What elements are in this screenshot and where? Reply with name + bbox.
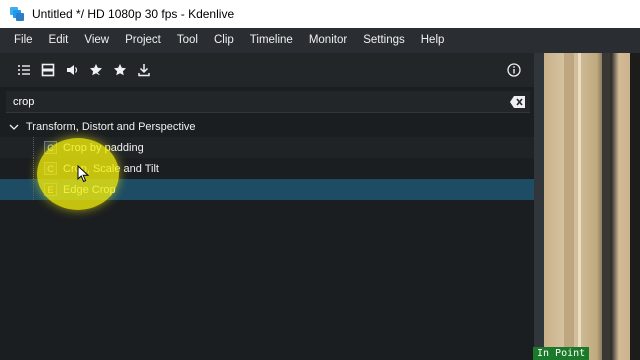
menu-settings[interactable]: Settings [355,28,413,53]
chevron-down-icon[interactable] [8,121,20,133]
tree-item-crop-scale-tilt[interactable]: C Crop, Scale and Tilt [0,158,534,179]
menu-tool[interactable]: Tool [169,28,206,53]
menu-help[interactable]: Help [413,28,453,53]
video-icon[interactable] [36,58,60,82]
tree-item-crop-by-padding[interactable]: C Crop by padding [0,137,534,158]
title-bar: Untitled */ HD 1080p 30 fps - Kdenlive [0,0,640,28]
menu-project[interactable]: Project [117,28,169,53]
effects-toolbar [0,53,534,87]
clip-monitor[interactable] [544,53,640,360]
clear-search-icon[interactable] [510,95,526,109]
menu-monitor[interactable]: Monitor [301,28,355,53]
tree-item-label: Edge Crop [63,183,116,196]
effects-panel: Transform, Distort and Perspective C Cro… [0,53,534,360]
tree-item-label: Crop by padding [63,141,144,154]
menu-edit[interactable]: Edit [41,28,77,53]
effects-tree: Transform, Distort and Perspective C Cro… [0,117,534,200]
custom-effect-icon[interactable] [84,58,108,82]
panel-splitter[interactable] [534,53,544,360]
audio-icon[interactable] [60,58,84,82]
menu-view[interactable]: View [76,28,117,53]
download-icon[interactable] [132,58,156,82]
tree-item-edge-crop[interactable]: E Edge Crop [0,179,534,200]
menu-file[interactable]: File [6,28,41,53]
menu-clip[interactable]: Clip [206,28,242,53]
favorite-star-icon[interactable] [108,58,132,82]
window-title: Untitled */ HD 1080p 30 fps - Kdenlive [32,7,235,21]
in-point-label: In Point [533,347,589,360]
tree-group-label: Transform, Distort and Perspective [26,121,196,133]
kdenlive-app-icon [10,7,24,21]
effect-icon: E [44,183,57,196]
effects-search-box [6,91,530,113]
menu-timeline[interactable]: Timeline [242,28,301,53]
effects-search-input[interactable] [6,91,486,112]
list-icon[interactable] [12,58,36,82]
menu-bar: File Edit View Project Tool Clip Timelin… [0,28,640,53]
info-icon[interactable] [504,60,524,80]
effect-icon: C [44,162,57,175]
tree-group-transform[interactable]: Transform, Distort and Perspective [0,117,534,137]
effect-icon: C [44,141,57,154]
tree-item-label: Crop, Scale and Tilt [63,162,159,175]
